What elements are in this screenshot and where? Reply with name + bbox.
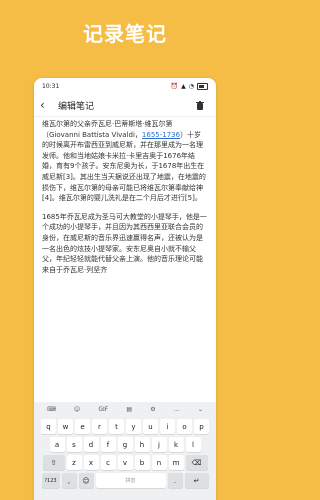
keyboard-row-2: a s d f g h j k l [34,437,216,452]
key[interactable]: t [109,419,124,434]
settings-gear-icon[interactable]: ⚙ [150,406,155,413]
keyboard-toolbar: ⌨ ☺ GIF ▤ ⚙ … ⌄ [34,402,216,416]
emoji-icon[interactable]: ☺ [74,406,80,413]
note-paragraph-1: 维瓦尔第的父亲乔瓦尼·巴蒂斯塔·维瓦尔第（Giovanni Battista V… [42,119,208,204]
key[interactable]: u [143,419,158,434]
wifi-icon: ◔ [188,82,194,90]
key[interactable]: z [66,455,82,470]
key[interactable]: l [185,437,201,452]
key[interactable]: a [49,437,65,452]
page-title: 编辑笔记 [58,101,95,112]
key[interactable]: y [126,419,141,434]
more-icon[interactable]: … [174,406,180,413]
note-paragraph-2: 1685年乔瓦尼成为圣马可大教堂的小提琴手，他是一个成功的小提琴手，并且因为其西… [42,212,207,274]
key[interactable]: g [117,437,133,452]
back-arrow-icon[interactable]: ‹ [40,98,54,112]
key[interactable]: h [134,437,150,452]
keyboard-row-3: ⇧ z x c v b n m ⌫ [34,455,216,470]
date-link[interactable]: 1655-1736 [142,131,180,139]
keyboard-grid-icon[interactable]: ⌨ [47,406,56,413]
key[interactable]: v [117,455,133,470]
signal-icon: ▲ [181,82,186,90]
enter-key-icon[interactable]: ↵ [184,473,209,488]
key[interactable]: w [58,419,73,434]
key[interactable]: i [160,419,175,434]
battery-icon [197,82,208,90]
clipboard-icon[interactable]: ▤ [126,406,132,413]
key[interactable]: c [100,455,116,470]
key[interactable]: b [134,455,150,470]
key[interactable]: j [151,437,167,452]
delete-trash-icon[interactable] [196,100,210,110]
shift-key-icon[interactable]: ⇧ [42,455,65,470]
key[interactable]: e [75,419,90,434]
numbers-key[interactable]: ?123 [41,473,60,488]
gif-button[interactable]: GIF [98,406,108,413]
key[interactable]: p [194,419,209,434]
space-key[interactable]: 拼音 [95,473,166,488]
key[interactable]: r [92,419,107,434]
keyboard-row-4: ?123 , ☺ 拼音 . ↵ [34,473,216,488]
key[interactable]: n [151,455,167,470]
key[interactable]: m [168,455,184,470]
phone-screen: 10:31 ⏰ ▲ ◔ ‹ 编辑笔记 维瓦尔第的父亲乔瓦尼·巴蒂斯塔·维瓦尔第（… [34,78,216,500]
status-time: 10:31 [42,82,60,90]
keyboard-row-1: q w e r t y u i o p [34,419,216,434]
emoji-key-icon[interactable]: ☺ [78,473,94,488]
status-icons: ⏰ ▲ ◔ [170,82,208,90]
note-editor[interactable]: 维瓦尔第的父亲乔瓦尼·巴蒂斯塔·维瓦尔第（Giovanni Battista V… [34,117,216,383]
app-bar: ‹ 编辑笔记 [34,94,216,117]
key[interactable]: x [83,455,99,470]
soft-keyboard: ⌨ ☺ GIF ▤ ⚙ … ⌄ q w e r t y u i o p a s … [34,402,216,500]
key[interactable]: k [168,437,184,452]
status-bar: 10:31 ⏰ ▲ ◔ [34,78,216,94]
comma-key[interactable]: , [61,473,77,488]
alarm-icon: ⏰ [170,82,179,90]
key[interactable]: d [83,437,99,452]
key[interactable]: f [100,437,116,452]
period-key[interactable]: . [167,473,183,488]
page-headline: 记录笔记 [83,22,167,46]
key[interactable]: o [177,419,192,434]
note-text: ）十岁的时候离开布雷西亚到威尼斯，并在那里成为一名理发师。他和当地姑娘卡米拉·卡… [42,130,206,203]
key[interactable]: q [41,419,56,434]
backspace-key-icon[interactable]: ⌫ [185,455,208,470]
collapse-keyboard-icon[interactable]: ⌄ [198,406,203,413]
key[interactable]: s [66,437,82,452]
